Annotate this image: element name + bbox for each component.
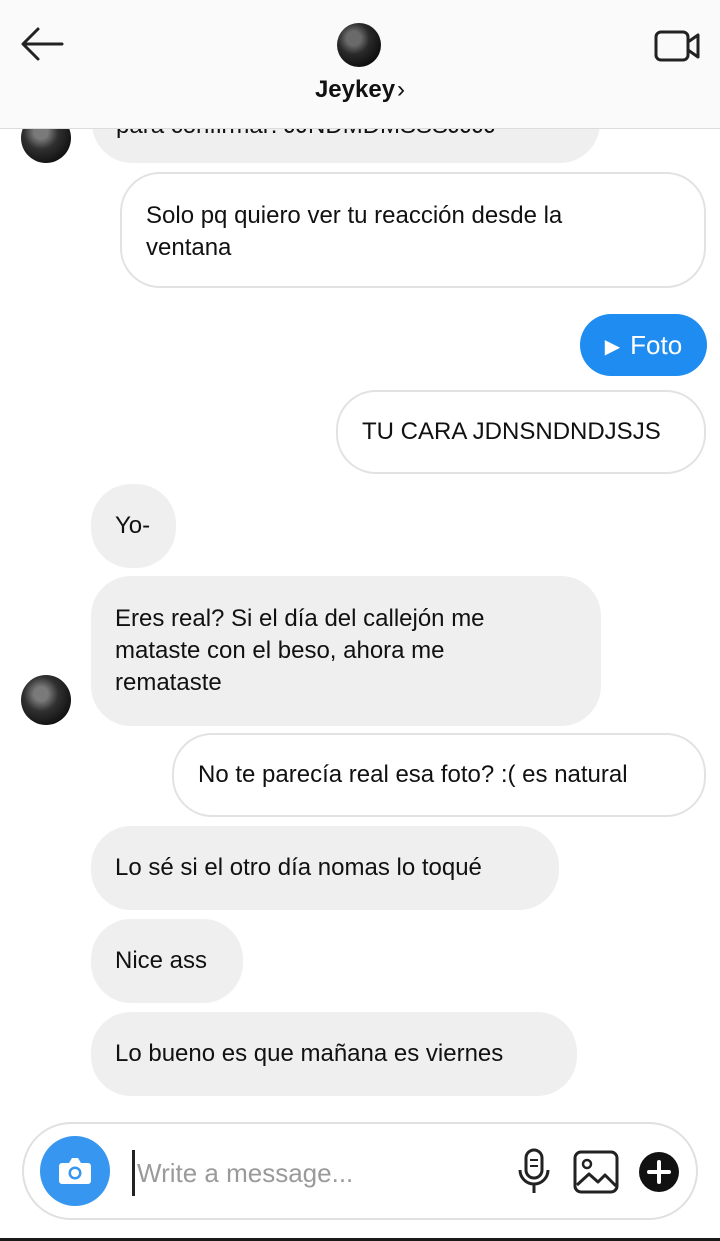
message-thread[interactable]: para confirmar: JJNDMDMSSSJJJJ Solo pq q… — [0, 0, 720, 1110]
contact-name-button[interactable]: Jeykey› — [0, 76, 720, 104]
message-text: Lo sé si el otro día nomas lo toqué — [115, 854, 482, 881]
plus-icon — [639, 1152, 679, 1192]
message-text: Yo- — [115, 512, 151, 539]
message-input[interactable] — [132, 1150, 499, 1196]
message-bubble-incoming[interactable]: Nice ass — [91, 919, 243, 1003]
photo-message-button[interactable]: ▶ Foto — [580, 314, 707, 376]
video-call-icon — [654, 30, 700, 62]
camera-icon — [59, 1158, 91, 1184]
video-call-button[interactable] — [652, 24, 704, 68]
chat-header: Jeykey› — [0, 0, 720, 129]
microphone-button[interactable] — [514, 1148, 554, 1196]
message-bubble-incoming[interactable]: Lo sé si el otro día nomas lo toqué — [91, 826, 559, 910]
play-icon: ▶ — [604, 336, 621, 358]
message-bubble-incoming[interactable]: Eres real? Si el día del callejón me mat… — [91, 576, 601, 726]
message-text: No te parecía real esa foto? :( es natur… — [198, 761, 628, 788]
back-button[interactable] — [18, 24, 66, 64]
contact-name: Jeykey — [314, 76, 396, 103]
message-text: Nice ass — [115, 947, 208, 974]
contact-avatar[interactable] — [21, 675, 71, 725]
message-text: Solo pq quiero ver tu reacción desde la … — [146, 202, 563, 261]
microphone-icon — [518, 1148, 550, 1193]
plus-button[interactable] — [638, 1151, 680, 1193]
back-arrow-icon — [21, 27, 64, 61]
message-bubble-outgoing[interactable]: Solo pq quiero ver tu reacción desde la … — [120, 172, 706, 288]
chevron-right-icon: › — [397, 76, 406, 103]
message-text: TU CARA JDNSNDNDJSJS — [362, 418, 661, 445]
message-composer — [22, 1122, 698, 1220]
message-text: Lo bueno es que mañana es viernes — [115, 1040, 504, 1067]
gallery-button[interactable] — [572, 1149, 620, 1195]
message-bubble-outgoing[interactable]: No te parecía real esa foto? :( es natur… — [172, 733, 706, 817]
photo-label: Foto — [630, 330, 683, 360]
camera-button[interactable] — [40, 1136, 110, 1206]
message-text: Eres real? Si el día del callejón me mat… — [115, 605, 485, 696]
gallery-icon — [573, 1150, 619, 1194]
message-bubble-incoming[interactable]: Yo- — [91, 484, 176, 568]
message-bubble-incoming[interactable]: Lo bueno es que mañana es viernes — [91, 1012, 577, 1096]
header-avatar[interactable] — [337, 23, 381, 67]
message-bubble-outgoing[interactable]: TU CARA JDNSNDNDJSJS — [336, 390, 706, 474]
